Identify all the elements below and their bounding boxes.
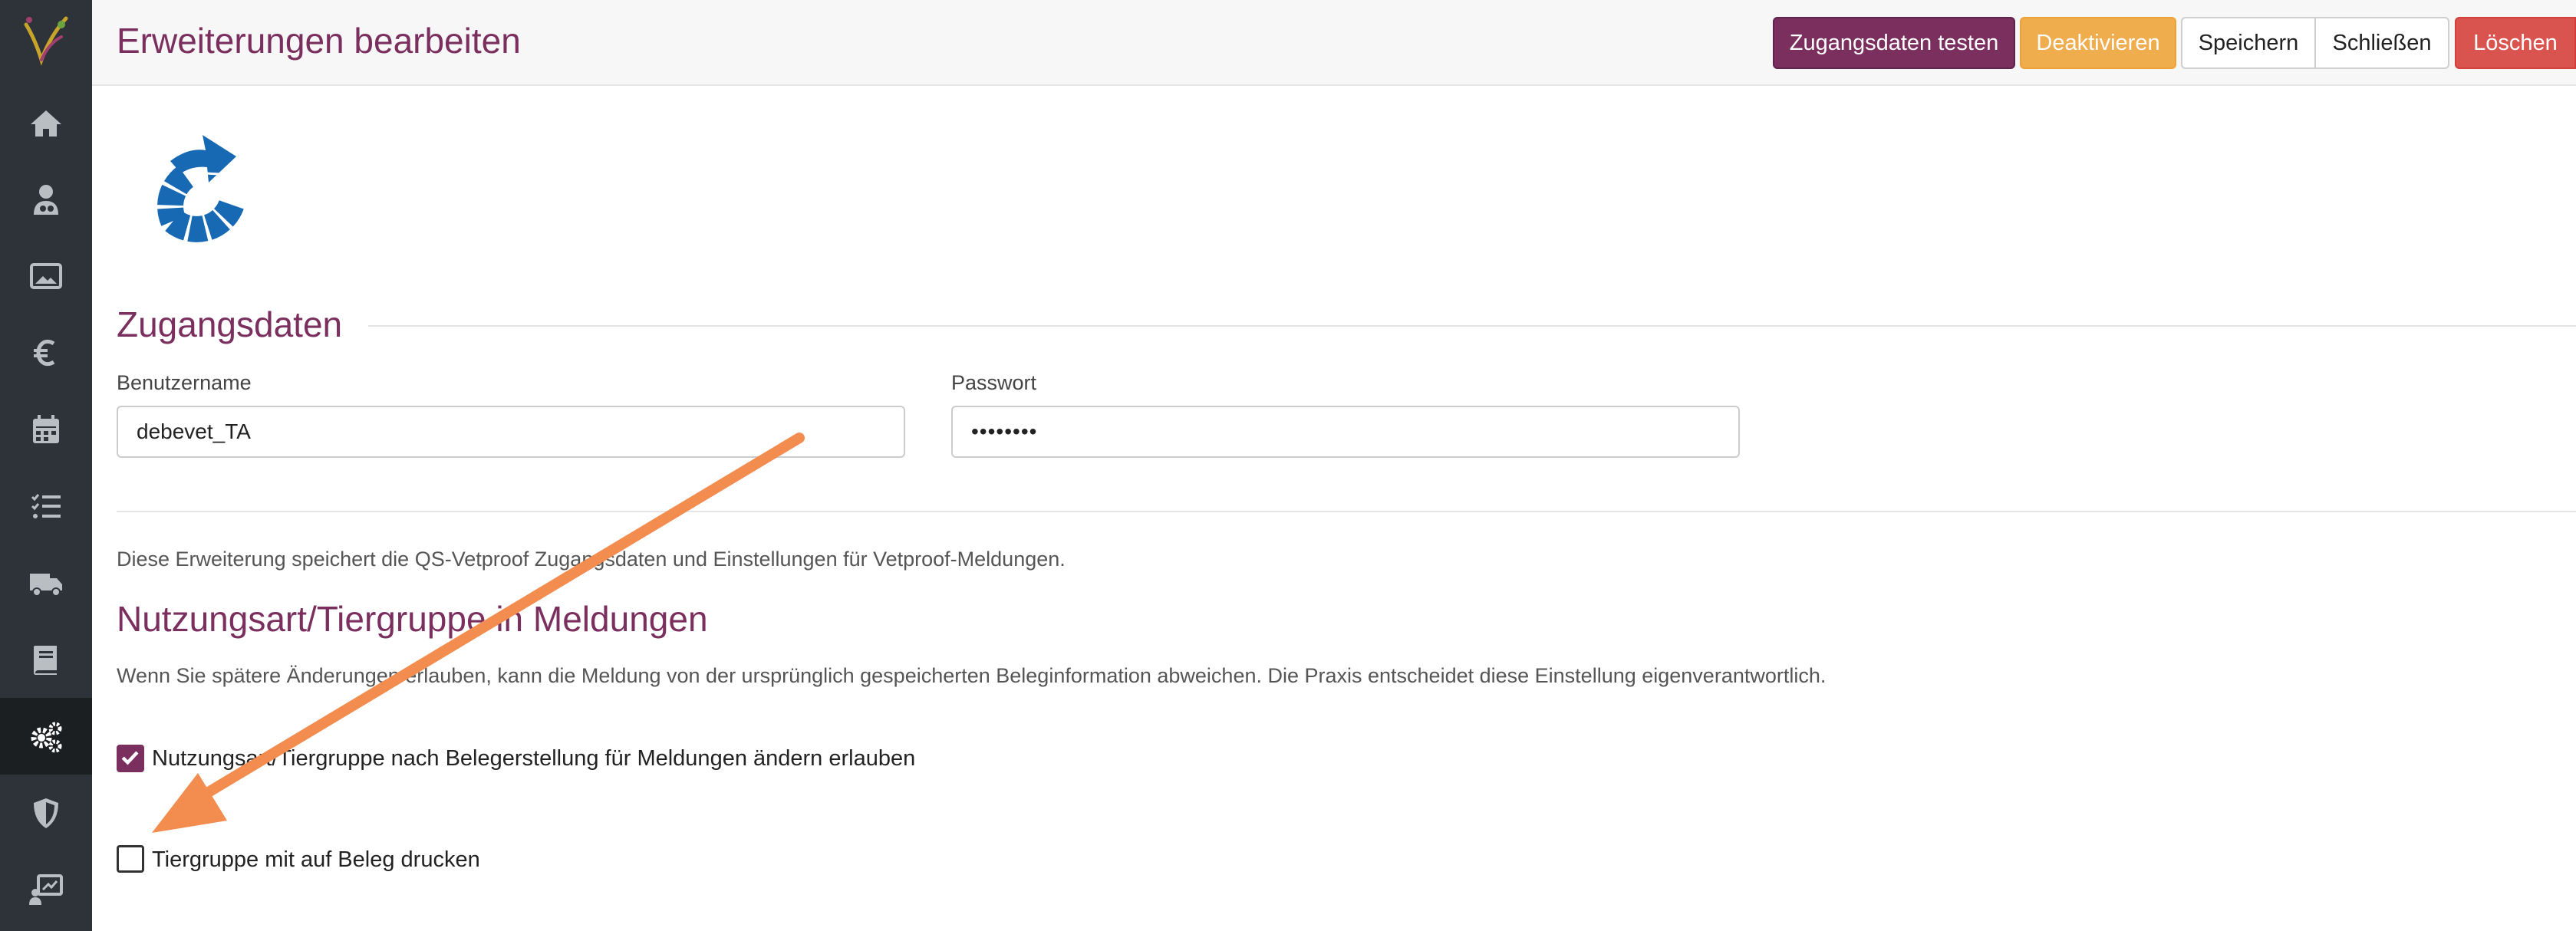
sidebar-item-home[interactable] [0,84,92,161]
sidebar-item-docs[interactable] [0,621,92,698]
doctor-icon [34,185,58,215]
allow-change-checkbox[interactable] [117,745,144,772]
sidebar-item-training[interactable] [0,851,92,928]
page-title: Erweiterungen bearbeiten [117,21,521,61]
truck-icon [30,574,62,597]
shield-icon [34,798,58,828]
sidebar-item-security[interactable] [0,775,92,851]
checkmark-icon [121,751,139,765]
extension-description: Diese Erweiterung speichert die QS-Vetpr… [117,548,1066,571]
book-icon [34,646,57,675]
presentation-icon [29,874,63,905]
gears-icon [31,722,62,753]
sidebar-item-images[interactable] [0,238,92,314]
horizontal-divider [117,511,2576,512]
username-input[interactable]: debevet_TA [117,406,905,458]
password-label: Passwort [951,371,1037,394]
home-icon [31,110,61,137]
password-input[interactable]: •••••••• [951,406,1740,458]
section-divider [368,325,2576,327]
sidebar-item-patients[interactable] [0,161,92,238]
sidebar-item-delivery[interactable] [0,544,92,621]
euro-icon [34,339,55,367]
save-button[interactable]: Speichern [2181,17,2316,69]
allow-change-label[interactable]: Nutzungsart/Tiergruppe nach Belegerstell… [152,746,915,771]
close-button[interactable]: Schließen [2314,17,2449,69]
sidebar [0,0,92,931]
annotation-arrow-icon [152,433,805,833]
checklist-icon [31,494,61,518]
delete-button[interactable]: Löschen [2455,17,2576,69]
app-logo[interactable] [15,9,77,71]
test-credentials-button[interactable]: Zugangsdaten testen [1773,17,2015,69]
print-animal-group-checkbox[interactable] [117,845,144,873]
sidebar-item-tasks[interactable] [0,468,92,544]
credentials-section-title: Zugangsdaten [117,304,343,344]
image-icon [30,263,62,289]
deactivate-button[interactable]: Deaktivieren [2020,17,2176,69]
print-animal-group-label[interactable]: Tiergruppe mit auf Beleg drucken [152,847,480,873]
extension-logo-icon [157,135,245,242]
sidebar-item-billing[interactable] [0,314,92,391]
sidebar-item-calendar[interactable] [0,391,92,468]
usage-info-text: Wenn Sie spätere Änderungen erlauben, ka… [117,664,1827,687]
usage-section-title: Nutzungsart/Tiergruppe in Meldungen [117,599,708,639]
username-label: Benutzername [117,371,252,394]
sidebar-item-settings[interactable] [0,698,92,775]
calendar-icon [33,415,59,443]
